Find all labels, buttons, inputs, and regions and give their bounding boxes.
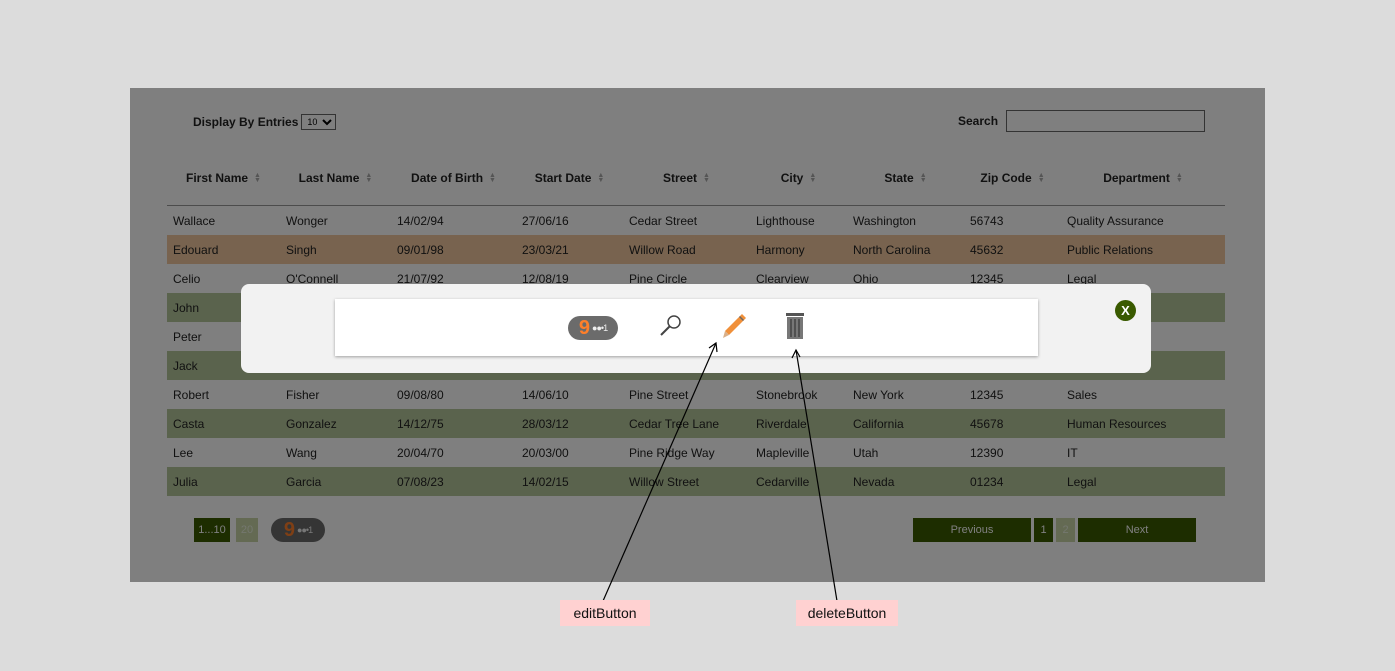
delete-arrow-head <box>791 348 801 359</box>
annotation-arrows <box>602 341 838 602</box>
delete-arrow-line <box>795 349 838 602</box>
edit-button-annotation: editButton <box>560 600 650 626</box>
delete-button-annotation: deleteButton <box>796 600 898 626</box>
edit-arrow-line <box>602 342 717 602</box>
